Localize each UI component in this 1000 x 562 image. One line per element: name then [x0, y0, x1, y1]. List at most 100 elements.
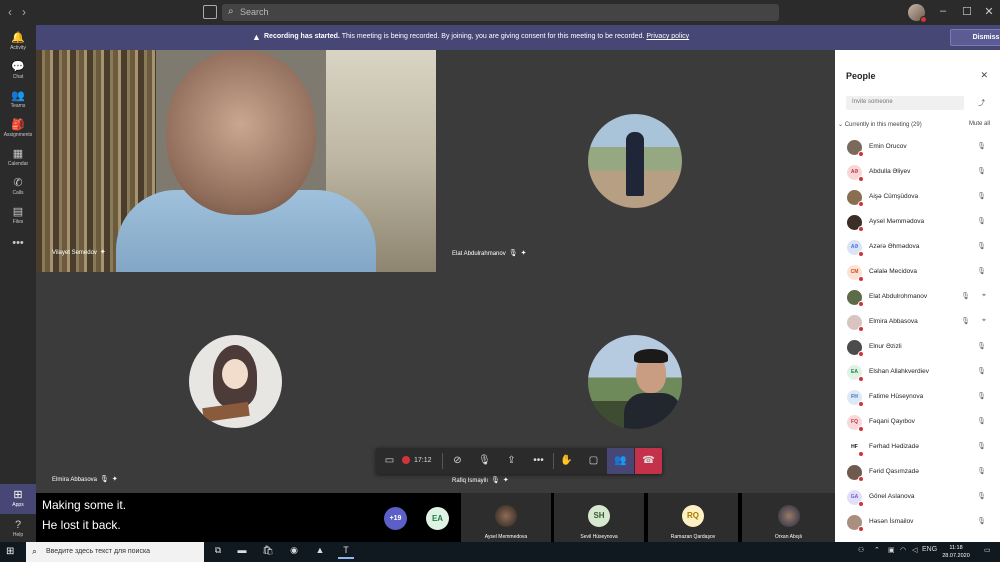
rail-item-apps[interactable]: ⊞ Apps	[0, 484, 36, 514]
mic-off-icon[interactable]: 🎙	[977, 267, 986, 275]
mic-off-icon[interactable]: 🎙	[977, 342, 986, 350]
strip-tile-ramazan[interactable]: RQ Ramazan Qardaşov	[648, 493, 738, 542]
rail-item-teams[interactable]: 👥 Teams	[0, 85, 36, 115]
participant-row[interactable]: Elnur Əzizli 🎙	[835, 335, 1000, 360]
participant-avatar	[847, 340, 864, 357]
privacy-policy-link[interactable]: Privacy policy	[646, 33, 689, 40]
participant-row[interactable]: Elmira Abbasova 🎙 ⌖	[835, 310, 1000, 335]
maximize-icon[interactable]: ☐	[960, 5, 974, 18]
store-icon[interactable]: 🛍	[260, 545, 276, 559]
mic-off-icon[interactable]: 🎙	[977, 417, 986, 425]
volume-icon[interactable]: ◁	[912, 546, 917, 554]
rail-item-help[interactable]: ? Help	[0, 515, 36, 545]
meeting-timer: 17:12	[414, 457, 432, 464]
participant-avatar-ea[interactable]: EA	[426, 507, 449, 530]
share-invite-icon[interactable]: ⤴	[978, 98, 985, 108]
participant-row[interactable]: AƏ Azərə Əhmədova 🎙	[835, 235, 1000, 260]
people-tray-icon[interactable]: ⚇	[858, 546, 864, 554]
camera-icon[interactable]: ⌖	[982, 317, 986, 325]
mic-off-icon[interactable]: 🎙	[977, 492, 986, 500]
taskbar-search-input[interactable]: ⌕ Введите здесь текст для поиска	[26, 542, 204, 562]
system-clock[interactable]: 11:18 28.07.2020	[938, 544, 974, 560]
forward-icon[interactable]: ›	[22, 5, 26, 19]
video-tile-1[interactable]: Vilayet Semedov ✦	[36, 50, 436, 272]
camera-icon[interactable]: ⌖	[982, 292, 986, 300]
teams-taskbar-icon[interactable]: T	[338, 545, 354, 559]
participant-row[interactable]: FQ Fəqani Qayıbov 🎙	[835, 410, 1000, 435]
bottom-bar: Making some it. He lost it back. +19 EA …	[36, 493, 835, 542]
rail-item-calls[interactable]: ✆ Calls	[0, 172, 36, 202]
profile-avatar[interactable]	[908, 4, 927, 23]
mic-off-icon[interactable]: 🎙	[977, 192, 986, 200]
rail-item-files[interactable]: ▤ Files	[0, 201, 36, 231]
mic-off-icon[interactable]: 🎙	[977, 392, 986, 400]
back-icon[interactable]: ‹	[8, 5, 12, 19]
mic-off-icon[interactable]: 🎙	[977, 517, 986, 525]
rail-item-chat[interactable]: 💬 Chat	[0, 56, 36, 86]
chrome-icon[interactable]: ◉	[286, 545, 302, 559]
participant-row[interactable]: Həsən İsmailov 🎙	[835, 510, 1000, 535]
rail-item-calendar[interactable]: ▦ Calendar	[0, 143, 36, 173]
meeting-section-header[interactable]: ⌄ Currently in this meeting (29)	[838, 121, 922, 128]
minimize-icon[interactable]: –	[936, 5, 950, 17]
network-icon[interactable]: ▣	[888, 546, 895, 554]
chevron-up-icon[interactable]: ⌃	[874, 546, 880, 554]
hang-up-button[interactable]: ☎	[635, 448, 662, 474]
share-screen-button[interactable]: ⇪	[498, 448, 525, 474]
search-input[interactable]: ⌕ Search	[222, 4, 779, 21]
mic-off-button[interactable]: 🎙	[471, 448, 498, 474]
participant-row[interactable]: EA Elshan Allahkverdiev 🎙	[835, 360, 1000, 385]
pin-icon: ✦	[502, 477, 509, 484]
mic-off-icon: 🎙	[961, 293, 970, 300]
participant-row[interactable]: Emin Orucov 🎙	[835, 135, 1000, 160]
video-tile-2[interactable]: Elat Abdulrahmanov 🎙 ✦	[436, 50, 835, 272]
rail-item-assignments[interactable]: 🎒 Assignments	[0, 114, 36, 144]
camera-off-button[interactable]: ⊘	[444, 448, 471, 474]
close-icon[interactable]: ✕	[982, 5, 996, 18]
compose-icon[interactable]	[203, 5, 217, 19]
rail-item-activity[interactable]: 🔔 Activity	[0, 27, 36, 57]
participant-row[interactable]: Aişə Cümşüdova 🎙	[835, 185, 1000, 210]
strip-tile-orxan[interactable]: Orxan Abışlı	[742, 493, 835, 542]
mic-off-icon[interactable]: 🎙	[977, 217, 986, 225]
participant-row[interactable]: Aysel Məmmədova 🎙	[835, 210, 1000, 235]
participant-face	[166, 50, 316, 215]
mic-off-icon[interactable]: 🎙	[977, 167, 986, 175]
task-view-icon[interactable]: ⧉	[210, 545, 226, 559]
dismiss-button[interactable]: Dismiss	[950, 29, 1000, 46]
participant-row[interactable]: Fərid Qasımzadə 🎙	[835, 460, 1000, 485]
notifications-icon[interactable]: ▭	[984, 546, 991, 554]
live-caption-line-2: He lost it back.	[42, 518, 121, 532]
mic-off-icon[interactable]: 🎙	[977, 442, 986, 450]
mic-off-icon[interactable]: 🎙	[977, 367, 986, 375]
invite-input[interactable]: Invite someone	[846, 96, 964, 110]
participant-row[interactable]: FH Fatime Hüseynova 🎙	[835, 385, 1000, 410]
strip-tile-aysel[interactable]: Aysel Memmedova	[461, 493, 551, 542]
close-icon[interactable]: ✕	[980, 70, 988, 81]
participant-avatar	[847, 290, 864, 307]
file-explorer-icon[interactable]: ▬	[234, 545, 250, 559]
participants-button[interactable]: 👥	[607, 448, 634, 474]
raise-hand-button[interactable]: ✋	[553, 448, 580, 474]
participant-name: Aişə Cümşüdova	[869, 193, 919, 200]
strip-tile-sevil[interactable]: SH Sevil Hüseynova	[554, 493, 644, 542]
apps-icon: ⊞	[13, 489, 23, 501]
windows-start-icon[interactable]: ⊞	[6, 546, 14, 557]
chat-button[interactable]: ▢	[580, 448, 607, 474]
mute-all-button[interactable]: Mute all	[969, 121, 990, 127]
participant-row[interactable]: HF Fərhad Hədizadə 🎙	[835, 435, 1000, 460]
mic-off-icon[interactable]: 🎙	[977, 242, 986, 250]
participant-row[interactable]: CM Cəlalə Mecidova 🎙	[835, 260, 1000, 285]
more-actions-button[interactable]: •••	[525, 448, 552, 474]
more-participants-badge[interactable]: +19	[384, 507, 407, 530]
language-indicator[interactable]: ENG	[922, 546, 937, 553]
participant-row[interactable]: GA Gönel Aslanova 🎙	[835, 485, 1000, 510]
mic-off-icon[interactable]: 🎙	[977, 467, 986, 475]
mic-off-icon[interactable]: 🎙	[977, 142, 986, 150]
participant-row[interactable]: AƏ Abdulla Əliyev 🎙	[835, 160, 1000, 185]
more-apps-icon[interactable]: •••	[0, 233, 36, 263]
app-icon[interactable]: ▲	[312, 545, 328, 559]
wifi-icon[interactable]: ◠	[900, 546, 906, 554]
participant-row[interactable]: Elat Abdulrohmanov 🎙 ⌖	[835, 285, 1000, 310]
participant-avatar	[847, 190, 864, 207]
